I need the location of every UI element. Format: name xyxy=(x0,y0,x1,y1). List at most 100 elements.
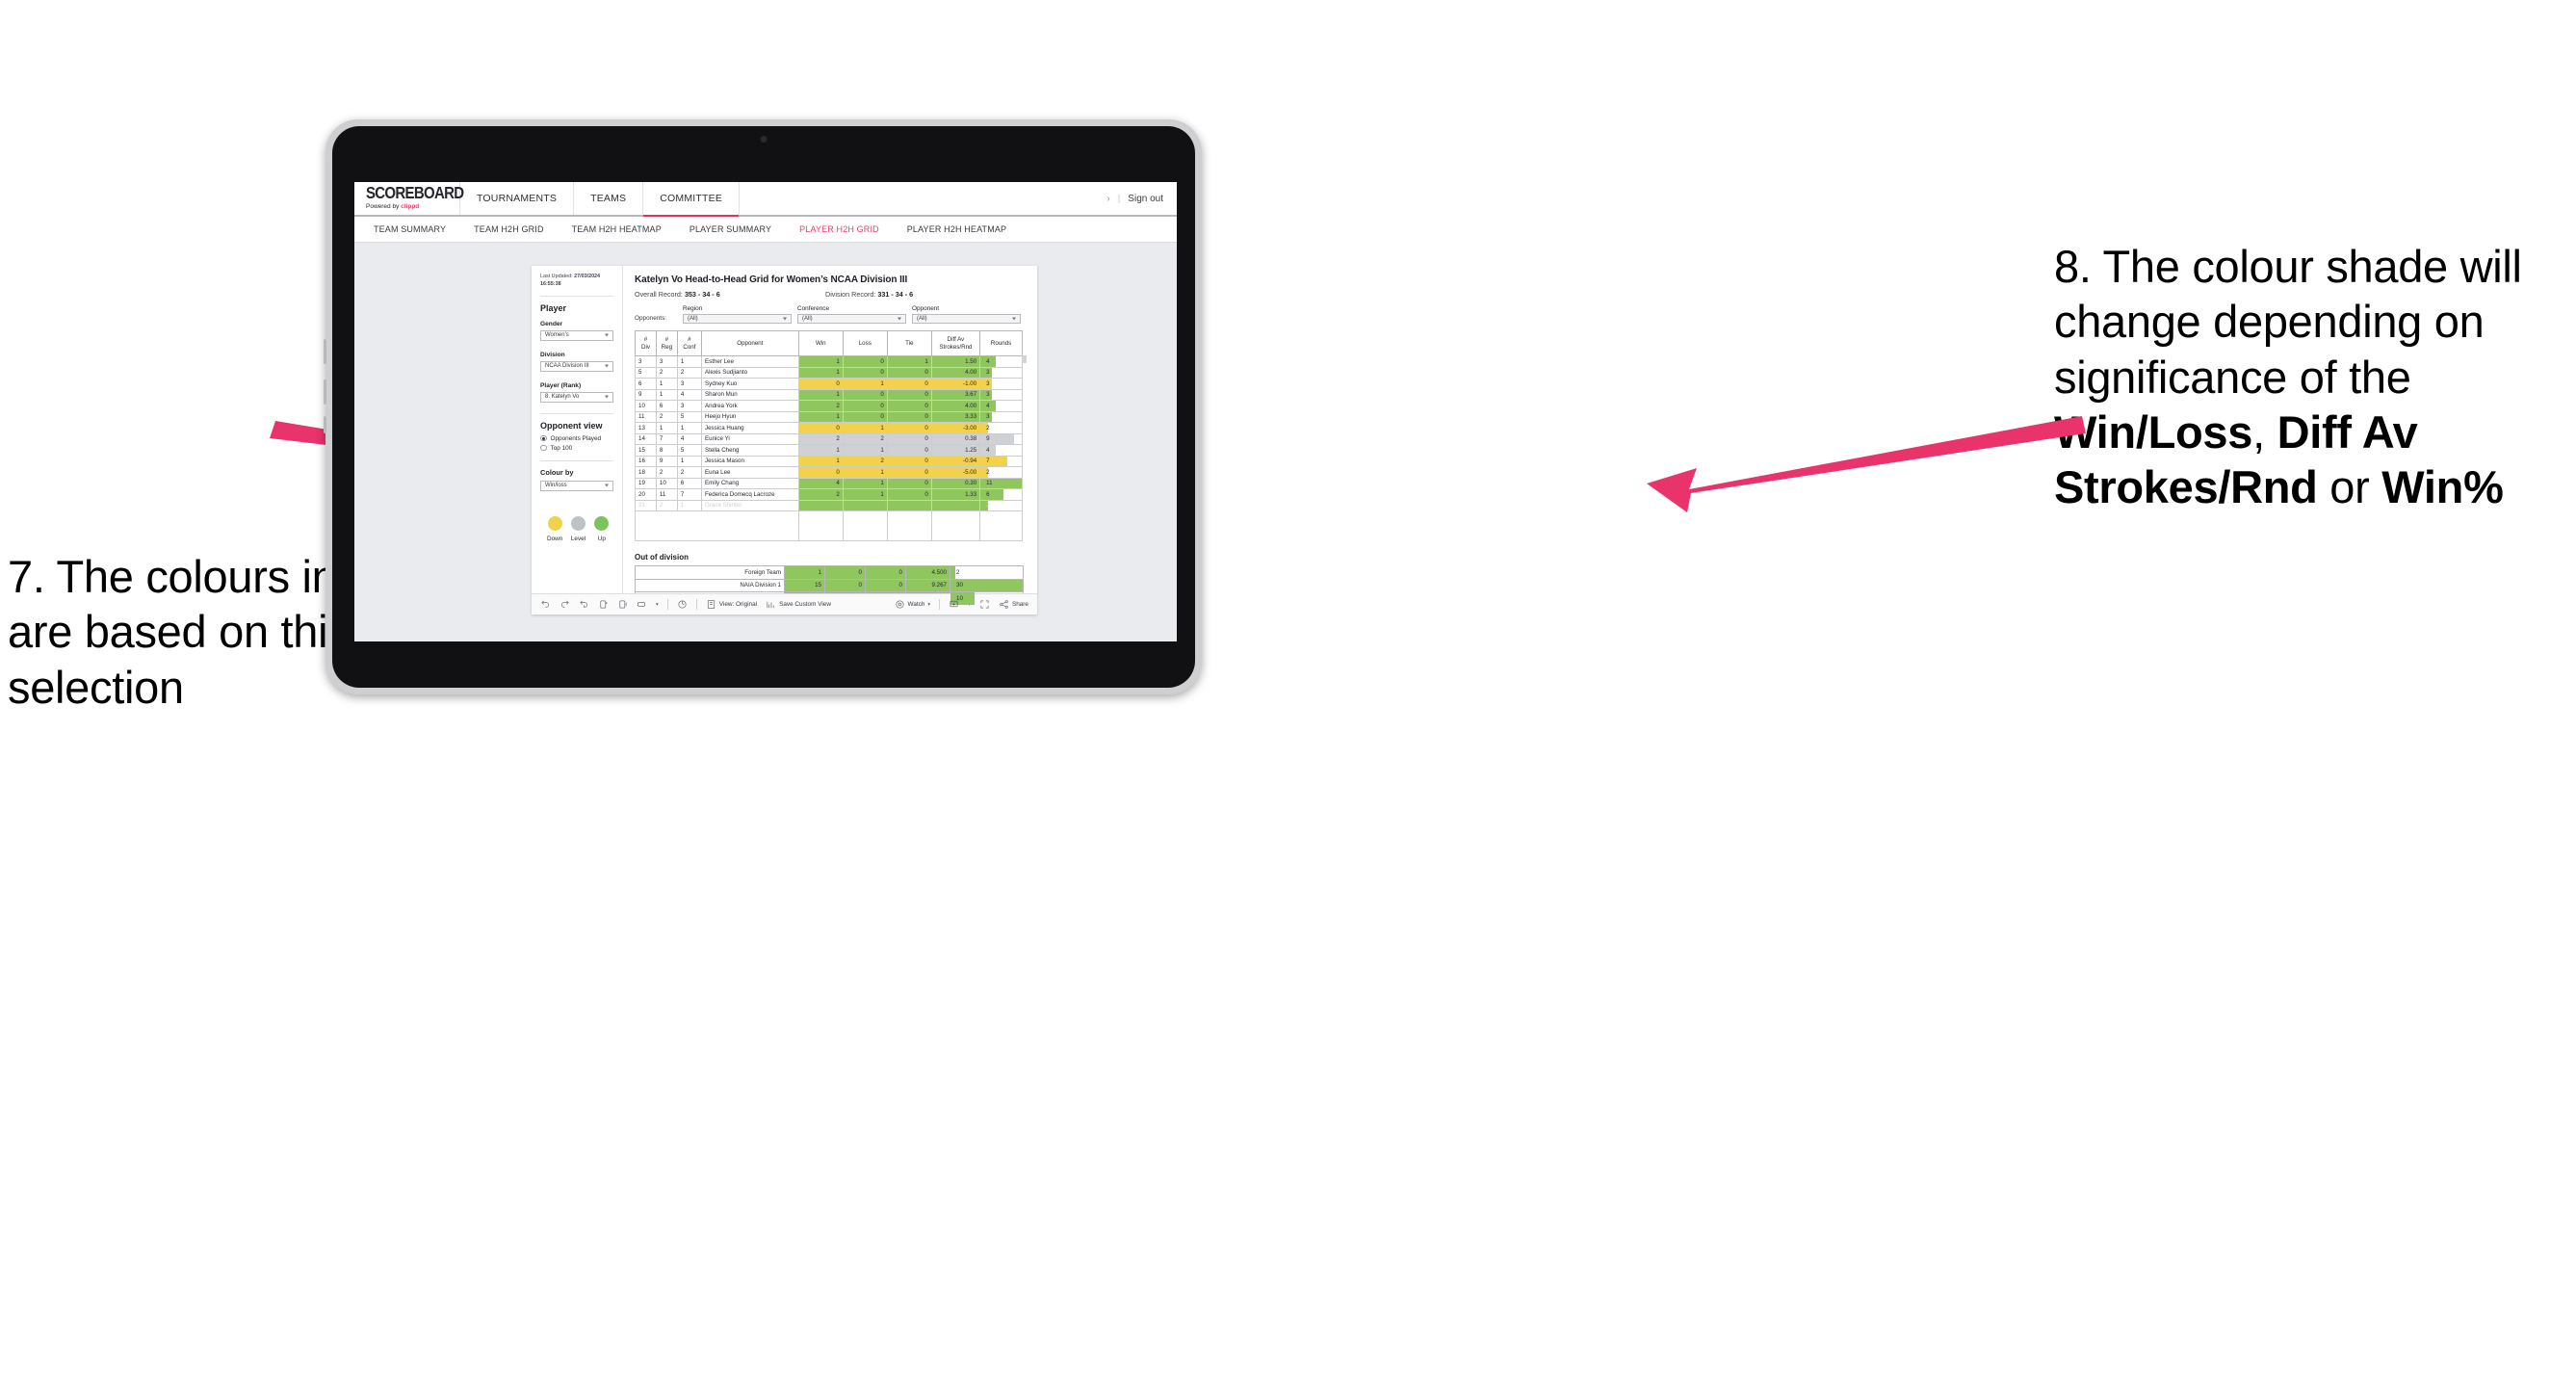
division-value: NCAA Division III xyxy=(545,363,589,370)
tab-player-h2h-grid[interactable]: PLAYER H2H GRID xyxy=(799,224,879,234)
table-row[interactable]: 15 8 5 Stella Cheng 1 1 0 1.25 4 xyxy=(635,444,1023,457)
cell-win: 4 xyxy=(797,477,844,489)
table-row[interactable]: 13 1 1 Jessica Huang 0 1 0 -3.00 2 xyxy=(635,422,1023,434)
cell-tie: 1 xyxy=(886,355,932,368)
cell-conf: 1 xyxy=(676,355,703,368)
cell-reg: 10 xyxy=(655,477,678,489)
pause-auto-update-icon[interactable] xyxy=(617,599,628,610)
out-of-division-row[interactable]: NAIA Division 1 15 0 0 9.267 30 xyxy=(635,578,1024,592)
col-rounds[interactable]: Rounds xyxy=(979,330,1023,356)
undo-icon[interactable] xyxy=(540,599,551,610)
player-rank-select[interactable]: 8. Katelyn Vo xyxy=(540,391,613,403)
filter-region-select[interactable]: (All) xyxy=(683,314,792,324)
cell-win: 1 xyxy=(797,366,844,379)
table-row[interactable]: 20 11 7 Federica Domecq Lacroze 2 1 0 1.33 6 xyxy=(635,488,1023,501)
colour-by-select[interactable]: Win/loss xyxy=(540,480,613,491)
cell-div: 20 xyxy=(635,488,657,501)
table-row[interactable]: 5 2 2 Alexis Sudjianto 1 0 0 4.00 3 xyxy=(635,366,1023,379)
share-icon xyxy=(1000,600,1008,609)
table-row[interactable]: 9 1 4 Sharon Mun 1 0 0 3.67 3 xyxy=(635,388,1023,401)
gender-select[interactable]: Women’s xyxy=(540,329,613,341)
tab-player-summary[interactable]: PLAYER SUMMARY xyxy=(690,224,771,234)
tab-team-summary[interactable]: TEAM SUMMARY xyxy=(374,224,446,234)
fit-dropdown-caret[interactable]: ▾ xyxy=(656,602,659,608)
cell-reg: 2 xyxy=(655,466,678,479)
cell-tie: 0 xyxy=(886,388,932,401)
cell-rounds: 4 xyxy=(979,400,1023,412)
col-reg[interactable]: # Reg xyxy=(655,330,678,356)
filter-opponent: Opponent (All) xyxy=(912,305,1021,324)
col-win[interactable]: Win xyxy=(797,330,844,356)
refresh-icon[interactable] xyxy=(598,599,609,610)
tablet-volume-down-button[interactable] xyxy=(324,379,326,405)
tablet-volume-up-button[interactable] xyxy=(324,339,326,364)
nav-item-teams[interactable]: TEAMS xyxy=(574,182,644,215)
nav-item-committee[interactable]: COMMITTEE xyxy=(643,182,741,217)
view-original-button[interactable]: View: Original xyxy=(706,599,757,610)
cell-win: 1 xyxy=(797,455,844,467)
vertical-scrollbar[interactable] xyxy=(1022,355,1027,363)
cell-diff-av-strokes: -1.00 xyxy=(930,378,981,390)
cell-conf: 7 xyxy=(676,488,703,501)
rounds-value: 3 xyxy=(986,391,990,399)
table-filler-row xyxy=(635,510,1023,541)
col-conf[interactable]: # Conf xyxy=(676,330,703,356)
revert-icon[interactable] xyxy=(579,599,589,610)
cell-opponent: Jessica Mason xyxy=(701,455,799,467)
redo-icon[interactable] xyxy=(559,599,570,610)
radio-opponents-played[interactable]: Opponents Played xyxy=(540,435,613,442)
save-custom-view-button[interactable]: Save Custom View xyxy=(766,599,831,610)
col-opponent[interactable]: Opponent xyxy=(701,330,799,356)
cell-ood-rounds: 30 xyxy=(950,578,1024,592)
filter-opponent-select[interactable]: (All) xyxy=(912,314,1021,324)
watch-button[interactable]: Watch ▾ xyxy=(895,599,930,610)
tab-team-h2h-grid[interactable]: TEAM H2H GRID xyxy=(474,224,543,234)
tablet-screen: SCOREBOARD Powered by clippd TOURNAMENTS… xyxy=(354,182,1177,641)
table-row[interactable]: 19 10 6 Emily Chang 4 1 0 0.30 11 xyxy=(635,477,1023,489)
division-record-value: 331 - 34 - 6 xyxy=(877,290,914,299)
radio-icon-selected xyxy=(540,434,547,442)
radio-top-100[interactable]: Top 100 xyxy=(540,445,613,452)
panel-heading-player: Player xyxy=(540,302,567,313)
table-row[interactable]: 6 1 3 Sydney Kuo 0 1 0 -1.00 3 xyxy=(635,378,1023,390)
cell-diff-av-strokes: 1.33 xyxy=(930,488,981,501)
chevron-right-icon[interactable]: › xyxy=(1106,194,1109,204)
tablet-power-button[interactable] xyxy=(324,416,326,433)
col-diff-av-strokes[interactable]: Diff Av Strokes/Rnd xyxy=(930,330,981,356)
col-tie[interactable]: Tie xyxy=(886,330,932,356)
fit-icon[interactable] xyxy=(637,599,647,610)
fullscreen-icon[interactable] xyxy=(979,599,990,610)
nav-item-tournaments[interactable]: TOURNAMENTS xyxy=(460,182,575,215)
cell-tie: 0 xyxy=(886,455,932,467)
cell-opponent: Stella Cheng xyxy=(701,444,799,457)
col-div[interactable]: # Div xyxy=(635,330,657,356)
tab-team-h2h-heatmap[interactable]: TEAM H2H HEATMAP xyxy=(572,224,662,234)
app-logo[interactable]: SCOREBOARD Powered by clippd xyxy=(354,182,464,215)
table-row[interactable]: 11 2 5 Heejo Hyun 1 0 0 3.33 3 xyxy=(635,410,1023,423)
division-select[interactable]: NCAA Division III xyxy=(540,360,613,372)
highlight-icon[interactable] xyxy=(677,599,688,610)
cell-div: 15 xyxy=(635,444,657,457)
colour-by-label: Colour by xyxy=(540,467,574,477)
table-row[interactable]: 18 2 2 Euna Lee 0 1 0 -5.00 2 xyxy=(635,466,1023,479)
col-loss[interactable]: Loss xyxy=(842,330,888,356)
cell-loss: 0 xyxy=(842,388,888,401)
table-row-clipped[interactable]: 21 2 1 Grace Shinbo 1 0 0 2.00 2 xyxy=(635,499,1023,511)
cell-ood-win: 15 xyxy=(784,578,825,592)
cell-win: 1 xyxy=(797,410,844,423)
cell-loss: 0 xyxy=(842,410,888,423)
cell-conf: 5 xyxy=(676,444,703,457)
h2h-table-body: 3 3 1 Esther Lee 1 0 1 1.50 4 5 2 2 Alexis Sudjianto… xyxy=(635,355,1023,541)
table-row[interactable]: 16 9 1 Jessica Mason 1 2 0 -0.94 7 xyxy=(635,455,1023,467)
sign-out-link[interactable]: Sign out xyxy=(1128,194,1163,204)
chevron-down-icon xyxy=(605,333,609,337)
tablet-bezel: SCOREBOARD Powered by clippd TOURNAMENTS… xyxy=(332,126,1195,688)
tab-player-h2h-heatmap[interactable]: PLAYER H2H HEATMAP xyxy=(907,224,1006,234)
table-row[interactable]: 14 7 4 Eunice Yi 2 2 0 0.38 9 xyxy=(635,432,1023,445)
out-of-division-row[interactable]: Foreign Team 1 0 0 4.500 2 xyxy=(635,565,1024,580)
table-row[interactable]: 10 6 3 Andrea York 2 0 0 4.00 4 xyxy=(635,400,1023,412)
table-row[interactable]: 3 3 1 Esther Lee 1 0 1 1.50 4 xyxy=(635,355,1023,368)
filter-conference-select[interactable]: (All) xyxy=(797,314,906,324)
cell-opponent: Andrea York xyxy=(701,400,799,412)
logo-brand: clippd xyxy=(401,203,420,211)
